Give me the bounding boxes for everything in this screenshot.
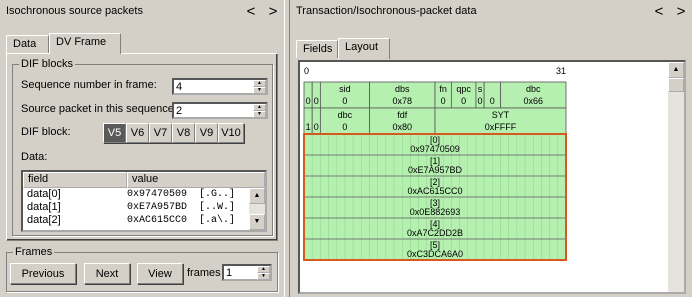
packet-data-pane: Transaction/Isochronous-packet data < > … <box>290 0 692 297</box>
header-field-value: 0 <box>342 96 347 106</box>
dif-block-v7-button[interactable]: V7 <box>149 123 172 143</box>
left-tab-strip: Data DV Frame <box>6 33 278 54</box>
spin-down-icon[interactable]: ▼ <box>253 111 266 118</box>
header-field-label: dbc <box>338 110 353 120</box>
left-next-button[interactable]: > <box>262 4 284 19</box>
sequence-number-input[interactable] <box>174 80 253 93</box>
list-item[interactable]: data[2] 0xAC615CC0 [.a\.] <box>23 214 265 227</box>
field-column-header[interactable]: field <box>23 172 127 188</box>
data-word-value: 0xC3DCA6A0 <box>407 249 463 259</box>
header-field-value: 0 <box>441 96 446 106</box>
packet-layout-canvas[interactable]: 0 31 0 0 sid 0 dbs 0x78 fn 0 qpc 0 s 0 0 dbc 0x66 1 0 dbc 0 f… <box>298 60 686 294</box>
dif-block-v8-button[interactable]: V8 <box>172 123 195 143</box>
list-item[interactable]: data[1] 0xE7A957BD [..W.] <box>23 201 265 214</box>
packet-layout-diagram: 0 310 0sid0dbs0x78fn0qpc0s0 0dbc0x661 0dbc0f… <box>303 66 567 261</box>
data-word-value: 0xE7A957BD <box>408 165 463 175</box>
tab-dv-frame[interactable]: DV Frame <box>49 33 121 54</box>
data-label: Data: <box>21 151 48 163</box>
tab-fields[interactable]: Fields <box>296 40 338 58</box>
source-packet-input[interactable] <box>174 104 253 117</box>
header-field-value: 0 <box>461 96 466 106</box>
header-field-label: fn <box>439 84 447 94</box>
data-word-value: 0x97470509 <box>410 144 460 154</box>
data-word-value: 0x0E882693 <box>410 207 461 217</box>
frames-legend: Frames <box>13 246 55 258</box>
header-field-value: 0 <box>314 96 319 106</box>
dif-blocks-legend: DIF blocks <box>19 58 75 70</box>
scroll-down-icon[interactable]: ▼ <box>249 214 265 230</box>
header-field-label: s <box>478 84 483 94</box>
bit-start-label: 0 <box>304 66 309 76</box>
spin-up-icon[interactable]: ▲ <box>257 266 270 273</box>
left-pane-header: Isochronous source packets < > <box>0 0 284 22</box>
source-packet-spinbox[interactable]: ▲▼ <box>172 102 268 119</box>
data-list-scrollbar[interactable]: ▲ ▼ <box>249 188 265 230</box>
header-field-label: sid <box>339 84 351 94</box>
header-field-value: 0 <box>306 96 311 106</box>
source-packet-label: Source packet in this sequence: <box>21 103 177 115</box>
header-field-value: 0x80 <box>392 122 412 132</box>
dif-block-v5-button[interactable]: V5 <box>103 123 126 143</box>
header-field-label: qpc <box>456 84 471 94</box>
header-field-label: fdf <box>397 110 408 120</box>
scroll-up-icon[interactable]: ▲ <box>668 62 684 78</box>
spin-down-icon[interactable]: ▼ <box>253 87 266 94</box>
frames-label: frames <box>187 267 221 279</box>
list-item[interactable]: data[0] 0x97470509 [.G..] <box>23 188 265 201</box>
header-field-value: 0 <box>314 122 319 132</box>
header-field-value: 0 <box>478 96 483 106</box>
right-next-button[interactable]: > <box>670 4 692 19</box>
scroll-thumb[interactable] <box>668 78 684 92</box>
dif-blocks-group: DIF blocks Sequence number in frame: ▲▼ … <box>12 58 273 236</box>
header-field-label: SYT <box>492 110 510 120</box>
data-list-header: field value <box>23 172 265 188</box>
sequence-number-spinbox[interactable]: ▲▼ <box>172 78 268 95</box>
header-field-value: 0xFFFF <box>485 122 517 132</box>
data-word-value: 0xA7C2DD2B <box>407 228 463 238</box>
dif-block-v6-button[interactable]: V6 <box>126 123 149 143</box>
frames-count-input[interactable] <box>224 266 257 279</box>
header-field-label: dbc <box>526 84 541 94</box>
dif-block-selector: V5 V6 V7 V8 V9 V10 <box>103 123 244 143</box>
next-frame-button[interactable]: Next <box>84 263 130 284</box>
left-prev-button[interactable]: < <box>240 4 262 19</box>
dif-block-label: DIF block: <box>21 126 71 138</box>
dv-frame-tab-body: DIF blocks Sequence number in frame: ▲▼ … <box>6 53 278 241</box>
right-tab-strip: Fields Layout <box>296 38 676 59</box>
header-field-value: 0x78 <box>392 96 412 106</box>
dif-block-v9-button[interactable]: V9 <box>195 123 218 143</box>
previous-frame-button[interactable]: Previous <box>10 263 76 284</box>
header-field-value: 0x66 <box>523 96 543 106</box>
data-listbox[interactable]: field value data[0] 0x97470509 [.G..] da… <box>21 170 267 232</box>
tab-data[interactable]: Data <box>6 35 49 53</box>
right-prev-button[interactable]: < <box>648 4 670 19</box>
header-field-value: 1 <box>306 122 311 132</box>
dif-block-v10-button[interactable]: V10 <box>218 123 244 143</box>
header-field-label: dbs <box>395 84 410 94</box>
frames-group: Frames Previous Next View frames ▲▼ <box>6 246 278 292</box>
bit-end-label: 31 <box>556 66 566 76</box>
source-packets-pane: Isochronous source packets < > Data DV F… <box>0 0 284 297</box>
left-pane-title: Isochronous source packets <box>6 5 143 17</box>
sequence-number-label: Sequence number in frame: <box>21 79 157 91</box>
scroll-up-icon[interactable]: ▲ <box>249 188 265 204</box>
header-field-value: 0 <box>490 96 495 106</box>
layout-scrollbar[interactable]: ▲ <box>668 62 684 292</box>
spin-down-icon[interactable]: ▼ <box>257 273 270 280</box>
spin-up-icon[interactable]: ▲ <box>253 104 266 111</box>
frames-spinbox[interactable]: ▲▼ <box>222 264 272 281</box>
data-word-value: 0xAC615CC0 <box>407 186 462 196</box>
spin-up-icon[interactable]: ▲ <box>253 80 266 87</box>
header-field-value: 0 <box>342 122 347 132</box>
view-frame-button[interactable]: View <box>137 263 183 284</box>
tab-layout[interactable]: Layout <box>338 38 390 59</box>
right-pane-header: Transaction/Isochronous-packet data < > <box>290 0 692 22</box>
value-column-header[interactable]: value <box>127 172 265 188</box>
right-pane-title: Transaction/Isochronous-packet data <box>296 5 477 17</box>
